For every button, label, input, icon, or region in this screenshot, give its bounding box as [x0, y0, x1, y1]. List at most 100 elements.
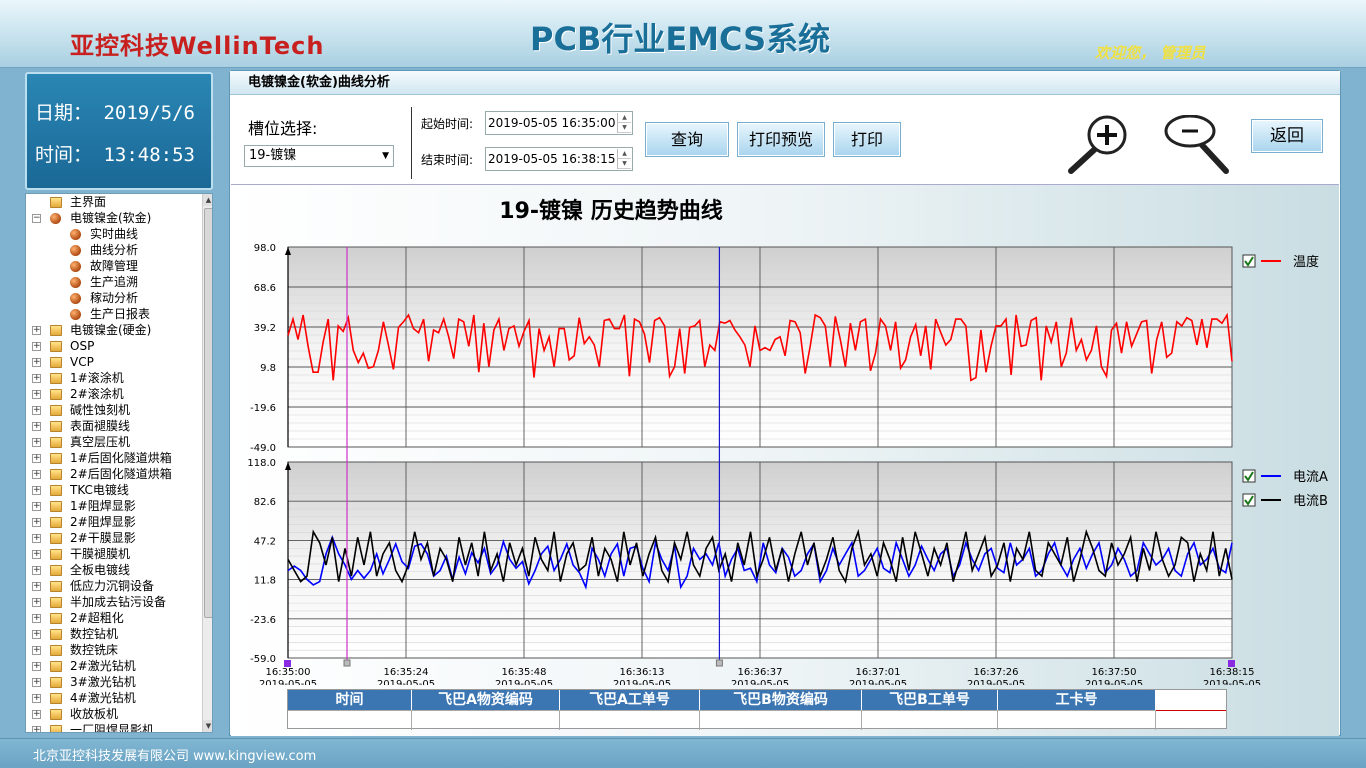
expand-icon[interactable]: + — [32, 454, 41, 463]
expand-icon[interactable]: + — [32, 566, 41, 575]
expand-icon[interactable]: + — [32, 374, 41, 383]
tree-item[interactable]: + 表面褪膜线 — [26, 418, 202, 434]
scroll-down-icon[interactable]: ▼ — [203, 720, 212, 732]
company-logo: 亚控科技WellinTech — [70, 32, 325, 60]
tree-item[interactable]: + 一厂阻焊显影机 — [26, 722, 202, 732]
x-tick-date: 2019-05-05 — [259, 679, 317, 685]
start-time-input[interactable]: 2019-05-05 16:35:00 ▲ ▼ — [485, 111, 633, 135]
start-time-value: 2019-05-05 16:35:00 — [488, 116, 616, 130]
trend-chart[interactable]: 98.0 68.6 39.2 9.8 -19.6 -49.0 温度 118.0 82.6 47.2… — [231, 185, 1339, 685]
tree-item[interactable]: + 数控钻机 — [26, 626, 202, 642]
expand-icon[interactable]: + — [32, 582, 41, 591]
table-header-cell[interactable]: 时间 — [288, 690, 412, 710]
spin-down-icon[interactable]: ▼ — [618, 159, 631, 169]
tree-item[interactable]: +2#滚涂机 — [26, 386, 202, 402]
zoom-out-icon[interactable] — [1162, 115, 1232, 175]
tree-item[interactable]: + 数控铣床 — [26, 642, 202, 658]
zoom-in-icon[interactable] — [1065, 115, 1135, 175]
expand-icon[interactable]: + — [32, 486, 41, 495]
expand-icon[interactable]: + — [32, 342, 41, 351]
tree-item[interactable]: + TKC电镀线 — [26, 482, 202, 498]
tree-item[interactable]: + 干膜褪膜机 — [26, 546, 202, 562]
spin-up-icon[interactable]: ▲ — [618, 113, 631, 123]
tree-item[interactable]: + 真空层压机 — [26, 434, 202, 450]
tree-item[interactable]: +4#激光钻机 — [26, 690, 202, 706]
tree-item[interactable]: − 电镀镍金(软金) — [26, 210, 202, 226]
tree-item[interactable]: 实时曲线 — [26, 226, 202, 242]
table-header-cell[interactable]: 飞巴B工单号 — [862, 690, 998, 710]
table-header-cell[interactable]: 飞巴A工单号 — [560, 690, 700, 710]
main-panel: 电镀镍金(软金)曲线分析 槽位选择: 19-镀镍 ▼ 起始时间: 2019-05… — [229, 70, 1341, 736]
tree-item[interactable]: 故障管理 — [26, 258, 202, 274]
tree-item[interactable]: 生产日报表 — [26, 306, 202, 322]
tree-item[interactable]: +1#阻焊显影 — [26, 498, 202, 514]
start-time-spinner[interactable]: ▲ ▼ — [617, 113, 631, 133]
expand-icon[interactable]: + — [32, 678, 41, 687]
tree-item[interactable]: +1#后固化隧道烘箱 — [26, 450, 202, 466]
table-header-cell[interactable]: 飞巴B物资编码 — [700, 690, 862, 710]
expand-icon[interactable]: + — [32, 534, 41, 543]
end-time-spinner[interactable]: ▲ ▼ — [617, 149, 631, 169]
tree-item[interactable]: + 全板电镀线 — [26, 562, 202, 578]
scroll-thumb[interactable] — [204, 208, 212, 618]
expand-icon[interactable]: + — [32, 630, 41, 639]
chevron-down-icon[interactable]: ▼ — [382, 146, 389, 166]
expand-icon[interactable]: + — [32, 550, 41, 559]
tree-item-label: 2#超粗化 — [70, 611, 124, 625]
expand-icon[interactable]: + — [32, 470, 41, 479]
expand-icon[interactable]: + — [32, 726, 41, 732]
tree-item[interactable]: 生产追溯 — [26, 274, 202, 290]
expand-icon[interactable]: + — [32, 326, 41, 335]
tree-item[interactable]: +2#阻焊显影 — [26, 514, 202, 530]
scroll-up-icon[interactable]: ▲ — [203, 194, 212, 206]
expand-icon[interactable]: + — [32, 406, 41, 415]
expand-icon[interactable]: + — [32, 358, 41, 367]
tree-item[interactable]: + 碱性蚀刻机 — [26, 402, 202, 418]
table-header-cell[interactable]: 工卡号 — [998, 690, 1156, 710]
expand-icon[interactable]: + — [32, 662, 41, 671]
collapse-icon[interactable]: − — [32, 214, 41, 223]
expand-icon[interactable]: + — [32, 598, 41, 607]
expand-icon[interactable]: + — [32, 422, 41, 431]
tree-item[interactable]: + 低应力沉铜设备 — [26, 578, 202, 594]
back-button[interactable]: 返回 — [1251, 119, 1323, 153]
tree-item[interactable]: 曲线分析 — [26, 242, 202, 258]
spin-up-icon[interactable]: ▲ — [618, 149, 631, 159]
expand-icon[interactable]: + — [32, 614, 41, 623]
tree-item[interactable]: + 半加成去钻污设备 — [26, 594, 202, 610]
tree-item[interactable]: +1#滚涂机 — [26, 370, 202, 386]
tree-item[interactable]: + VCP — [26, 354, 202, 370]
expand-icon[interactable]: + — [32, 646, 41, 655]
tree-item[interactable]: + 收放板机 — [26, 706, 202, 722]
node-icon — [70, 293, 81, 304]
spin-down-icon[interactable]: ▼ — [618, 123, 631, 133]
expand-icon[interactable]: + — [32, 438, 41, 447]
folder-icon — [50, 533, 62, 544]
expand-icon[interactable]: + — [32, 518, 41, 527]
tree-item[interactable]: + OSP — [26, 338, 202, 354]
print-preview-button[interactable]: 打印预览 — [737, 122, 825, 157]
end-time-input[interactable]: 2019-05-05 16:38:15 ▲ ▼ — [485, 147, 633, 171]
tree-item[interactable]: + 电镀镍金(硬金) — [26, 322, 202, 338]
x-tick-date: 2019-05-05 — [613, 679, 671, 685]
query-button[interactable]: 查询 — [645, 122, 729, 157]
tree-item[interactable]: +2#激光钻机 — [26, 658, 202, 674]
tree-item[interactable]: +2#干膜显影 — [26, 530, 202, 546]
tree-item[interactable]: 主界面 — [26, 194, 202, 210]
table-header-cell[interactable]: 飞巴A物资编码 — [412, 690, 560, 710]
tree-item[interactable]: +3#激光钻机 — [26, 674, 202, 690]
tree-scrollbar[interactable]: ▲ ▼ — [202, 194, 212, 732]
tree-item-label: 1#阻焊显影 — [70, 499, 136, 513]
tree-item[interactable]: +2#超粗化 — [26, 610, 202, 626]
print-button[interactable]: 打印 — [833, 122, 901, 157]
tree-item[interactable]: 稼动分析 — [26, 290, 202, 306]
tree-list: 主界面 − 电镀镍金(软金) 实时曲线 曲线分析 故障管理 生产追溯 稼动分析 生产日报表 + 电镀… — [26, 194, 202, 732]
expand-icon[interactable]: + — [32, 694, 41, 703]
expand-icon[interactable]: + — [32, 390, 41, 399]
tree-item[interactable]: +2#后固化隧道烘箱 — [26, 466, 202, 482]
expand-icon[interactable]: + — [32, 502, 41, 511]
expand-icon[interactable]: + — [32, 710, 41, 719]
slot-select[interactable]: 19-镀镍 ▼ — [244, 145, 394, 167]
x-tick-date: 2019-05-05 — [1203, 679, 1261, 685]
folder-icon — [50, 549, 62, 560]
